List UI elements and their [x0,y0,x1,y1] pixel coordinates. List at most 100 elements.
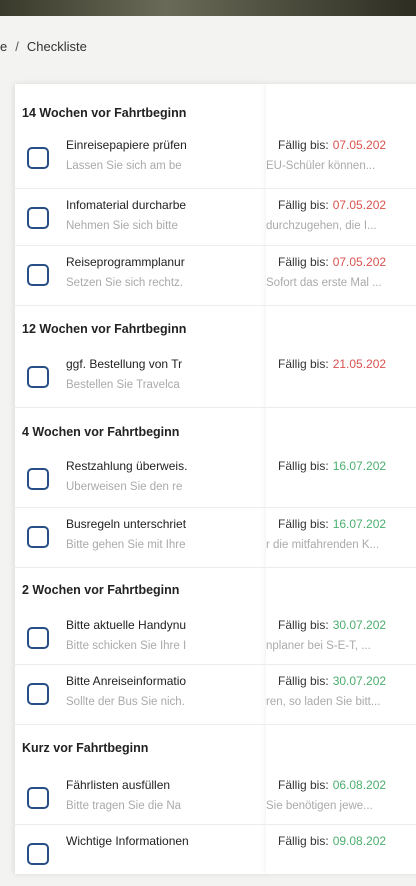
row-divider [14,724,416,725]
due-date: 07.05.202 [332,138,387,152]
task-description: Bitte schicken Sie Ihre I [66,640,187,652]
due-cell: Fällig bis: 07.05.202 Sofort das erste Ma… [266,247,416,307]
due-date: 07.05.202 [332,198,387,212]
due-label: Fällig bis: [278,517,329,531]
task-description: Bestellen Sie Travelca [66,379,180,391]
section-heading: Kurz vor Fahrtbeginn [22,741,149,755]
task-checkbox[interactable] [27,787,49,809]
row-divider [14,407,416,408]
task-description: Nehmen Sie sich bitte [66,220,178,232]
due-label-wrap: Fällig bis: 06.08.202 [278,778,386,792]
due-description: nplaner bei S-E-T, ... [266,640,371,652]
due-label: Fällig bis: [278,618,329,632]
task-checkbox[interactable] [27,366,49,388]
due-cell: Fällig bis: 30.07.202 ren, so laden Sie b… [266,666,416,726]
task-row: Wichtige Informationen [14,826,266,886]
task-row: Restzahlung überweis. Überweisen Sie den… [14,451,266,511]
task-title[interactable]: Reiseprogrammplanur [66,255,226,269]
task-description: Bitte tragen Sie die Na [66,800,182,812]
due-label-wrap: Fällig bis: 07.05.202 [278,138,386,152]
due-description: r die mitfahrenden K... [266,539,380,551]
task-row: Fährlisten ausfüllen Bitte tragen Sie di… [14,770,266,830]
section-heading: 14 Wochen vor Fahrtbeginn [22,106,187,120]
row-divider [14,188,416,189]
task-checkbox[interactable] [27,468,49,490]
task-description: Bitte gehen Sie mit Ihre [66,539,186,551]
task-row: Einreisepapiere prüfen Lassen Sie sich a… [14,130,266,190]
section-heading: 12 Wochen vor Fahrtbeginn [22,322,187,336]
due-cell: Fällig bis: 16.07.202 r die mitfahrenden … [266,509,416,569]
breadcrumb-home[interactable]: e [0,39,7,54]
due-label: Fällig bis: [278,834,329,848]
task-description: Sollte der Bus Sie nich. [66,696,185,708]
task-title[interactable]: Busregeln unterschriet [66,517,226,531]
task-description: Lassen Sie sich am be [66,160,182,172]
due-label-wrap: Fällig bis: 21.05.202 [278,357,386,371]
due-label: Fällig bis: [278,357,329,371]
task-title[interactable]: Restzahlung überweis. [66,459,226,473]
task-row: Reiseprogrammplanur Setzen Sie sich rech… [14,247,266,307]
task-checkbox[interactable] [27,627,49,649]
due-cell: Fällig bis: 16.07.202 [266,451,416,511]
task-row: Infomaterial durcharbe Nehmen Sie sich b… [14,190,266,250]
task-title[interactable]: ggf. Bestellung von Tr [66,357,226,371]
task-row: ggf. Bestellung von Tr Bestellen Sie Tra… [14,349,266,409]
task-title[interactable]: Infomaterial durcharbe [66,198,226,212]
due-description: Sie benötigen jewe... [266,800,373,812]
due-cell: Fällig bis: 07.05.202 durchzugehen, die I… [266,190,416,250]
task-checkbox[interactable] [27,843,49,865]
row-divider [14,245,416,246]
due-label: Fällig bis: [278,674,329,688]
task-checkbox[interactable] [27,526,49,548]
due-cell: Fällig bis: 21.05.202 [266,349,416,409]
due-label-wrap: Fällig bis: 16.07.202 [278,459,386,473]
due-date: 07.05.202 [332,255,387,269]
task-checkbox[interactable] [27,207,49,229]
due-cell: Fällig bis: 06.08.202 Sie benötigen jewe.… [266,770,416,830]
due-date: 30.07.202 [332,618,387,632]
due-date: 16.07.202 [332,459,387,473]
due-date: 30.07.202 [332,674,387,688]
due-label: Fällig bis: [278,198,329,212]
row-divider [14,664,416,665]
due-description: Sofort das erste Mal ... [266,277,382,289]
window-top-strip [0,0,416,16]
task-description: Überweisen Sie den re [66,481,183,493]
task-title[interactable]: Einreisepapiere prüfen [66,138,226,152]
due-date: 16.07.202 [332,517,387,531]
due-label-wrap: Fällig bis: 09.08.202 [278,834,386,848]
due-label-wrap: Fällig bis: 07.05.202 [278,255,386,269]
due-label-wrap: Fällig bis: 16.07.202 [278,517,386,531]
section-heading: 4 Wochen vor Fahrtbeginn [22,425,180,439]
due-label-wrap: Fällig bis: 30.07.202 [278,618,386,632]
due-label: Fällig bis: [278,459,329,473]
due-label: Fällig bis: [278,138,329,152]
due-label: Fällig bis: [278,255,329,269]
breadcrumb-separator: / [15,38,19,54]
due-description: durchzugehen, die I... [266,220,377,232]
breadcrumb-current: Checkliste [26,38,87,54]
due-label-wrap: Fällig bis: 30.07.202 [278,674,386,688]
row-divider [14,507,416,508]
task-checkbox[interactable] [27,264,49,286]
due-date: 09.08.202 [332,834,387,848]
task-title[interactable]: Bitte aktuelle Handynu [66,618,226,632]
due-cell: Fällig bis: 07.05.202 EU-Schüler können..… [266,130,416,190]
task-title[interactable]: Bitte Anreiseinformatio [66,674,226,688]
due-cell: Fällig bis: 30.07.202 nplaner bei S-E-T, … [266,610,416,670]
due-date: 06.08.202 [332,778,387,792]
row-divider [14,567,416,568]
task-title[interactable]: Fährlisten ausfüllen [66,778,226,792]
task-checkbox[interactable] [27,683,49,705]
due-description: ren, so laden Sie bitt... [266,696,381,708]
section-heading: 2 Wochen vor Fahrtbeginn [22,583,180,597]
row-divider [14,305,416,306]
task-row: Busregeln unterschriet Bitte gehen Sie m… [14,509,266,569]
breadcrumb: e / Checkliste [0,34,87,58]
task-title[interactable]: Wichtige Informationen [66,834,226,848]
task-row: Bitte aktuelle Handynu Bitte schicken Si… [14,610,266,670]
due-date: 21.05.202 [332,357,387,371]
row-divider [14,824,416,825]
due-description: EU-Schüler können... [266,160,376,172]
task-checkbox[interactable] [27,147,49,169]
